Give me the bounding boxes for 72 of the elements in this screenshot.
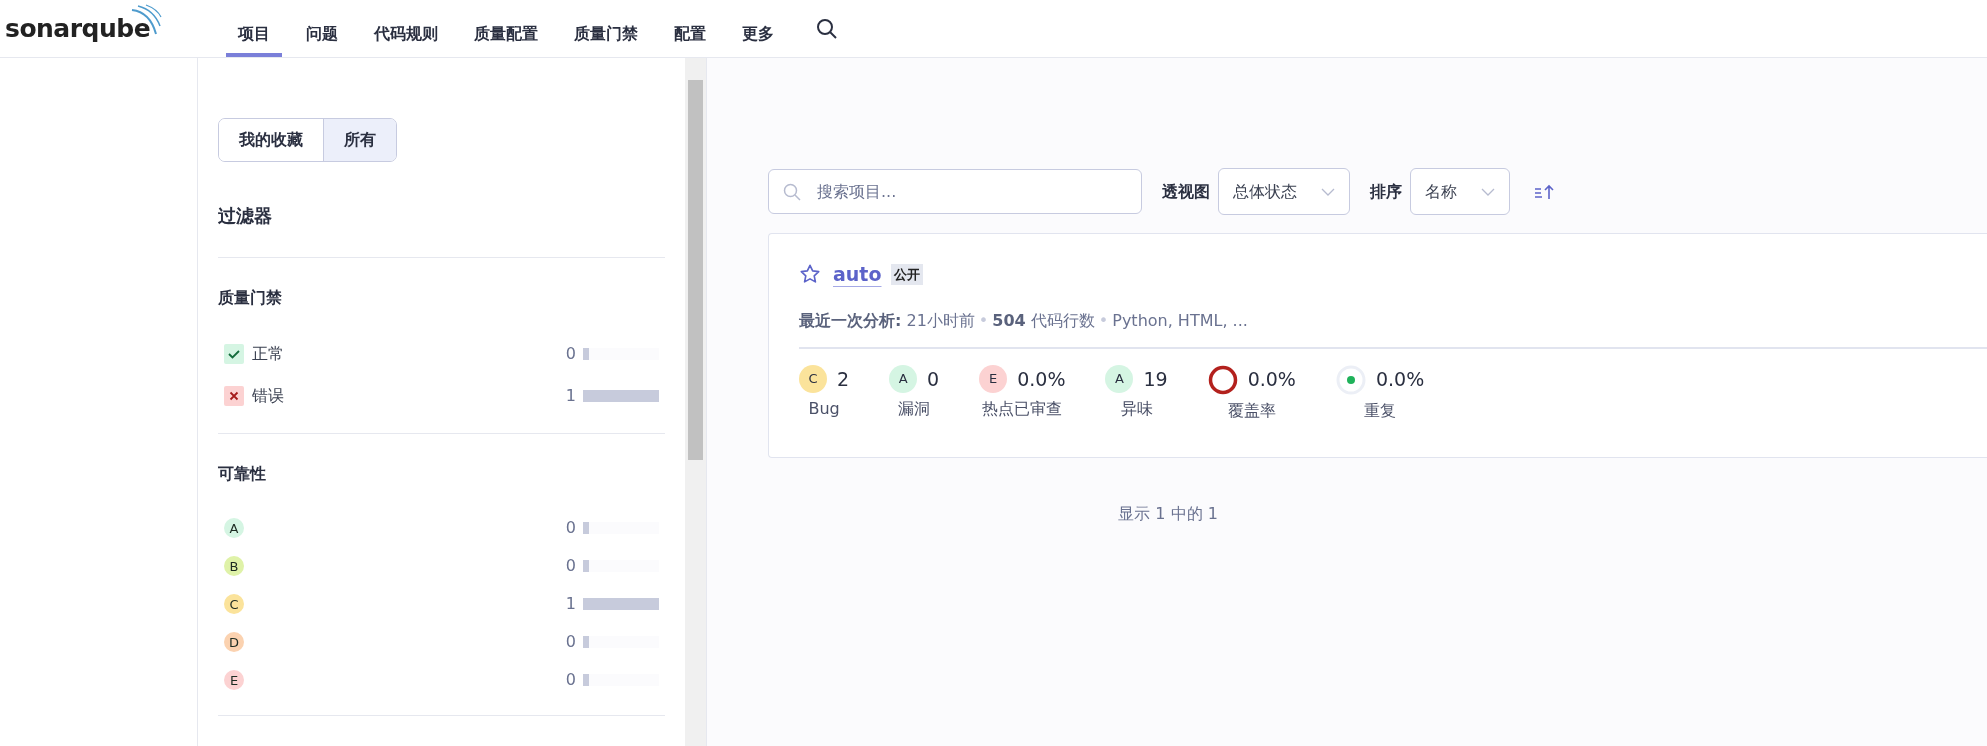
project-link[interactable]: auto	[833, 260, 882, 289]
measure-label: Bug	[808, 398, 840, 420]
separator-dot: •	[1098, 310, 1109, 330]
visibility-tag: 公开	[891, 263, 924, 285]
chevron-down-icon	[1321, 187, 1335, 196]
sort-select[interactable]: 名称	[1410, 168, 1510, 215]
nav-tab[interactable]: 配置	[662, 0, 718, 57]
rating-badge: A	[889, 364, 918, 393]
nav-tab[interactable]: 项目	[226, 0, 282, 57]
rating-badge: E	[979, 364, 1008, 393]
nav-tab[interactable]: 更多	[730, 0, 786, 57]
measure-value[interactable]: 2	[837, 364, 850, 393]
facet-heading: 质量门禁	[218, 288, 283, 308]
check-icon	[224, 344, 244, 365]
search-icon	[783, 182, 801, 201]
facet-count: 1	[564, 593, 576, 616]
facet-label: 错误	[252, 385, 285, 408]
cross-icon	[224, 386, 244, 407]
rating-badge: C	[799, 364, 827, 393]
measure-label: 漏洞	[898, 398, 931, 420]
chevron-down-icon	[1481, 187, 1495, 196]
facet-count: 0	[564, 631, 576, 654]
measure-value[interactable]: 19	[1143, 364, 1168, 393]
facet-row[interactable]: A 0	[218, 509, 665, 548]
facet-label: 正常	[252, 343, 285, 366]
nav-tab[interactable]: 问题	[294, 0, 350, 57]
separator-dot: •	[978, 310, 989, 330]
measure-label: 热点已审查	[982, 398, 1063, 420]
search-field[interactable]: 搜索项目...	[815, 170, 1141, 213]
rating-badge: A	[224, 518, 244, 539]
nav-tab[interactable]: 质量门禁	[562, 0, 650, 57]
measure-label: 重复	[1364, 399, 1397, 422]
nav-tab[interactable]: 质量配置	[462, 0, 550, 57]
rating-badge: A	[1105, 364, 1134, 393]
facet-row[interactable]: C 1	[218, 585, 665, 624]
rating-badge: E	[224, 670, 244, 691]
rating-badge: B	[224, 556, 244, 577]
measure-label: 覆盖率	[1227, 399, 1276, 422]
facet-count: 0	[564, 517, 576, 540]
facet-row[interactable]: 正常 0	[218, 333, 665, 376]
logo-text[interactable]: sonarqube	[5, 14, 151, 43]
pagination-text: 显示 1 中的 1	[1117, 503, 1219, 525]
analysis-info: 最近一次分析: 21小时前 • 504 代码行数 • Python, HTML, ...	[799, 309, 1249, 332]
filters-heading: 过滤器	[218, 162, 665, 258]
coverage-ring-icon	[1207, 364, 1238, 395]
rating-badge: C	[224, 594, 244, 615]
search-icon[interactable]	[816, 17, 838, 40]
facet-row[interactable]: E 0	[218, 661, 665, 700]
filter-toggle-button[interactable]: 所有	[323, 119, 396, 161]
scrollbar-thumb[interactable]	[688, 80, 703, 460]
perspective-select[interactable]: 总体状态	[1218, 168, 1350, 215]
facet-row[interactable]: B 0	[218, 547, 665, 586]
measure-label: 异味	[1120, 398, 1153, 420]
facet-count: 1	[564, 385, 576, 408]
select-label: 透视图	[1162, 180, 1210, 203]
facet-count: 0	[564, 555, 576, 578]
measure-value[interactable]: 0	[927, 364, 940, 393]
facet-row[interactable]: 错误 1	[218, 375, 665, 418]
facet-count: 0	[564, 669, 576, 692]
facet-row[interactable]: D 0	[218, 623, 665, 662]
star-icon[interactable]	[799, 263, 821, 286]
nav-tab[interactable]: 代码规则	[362, 0, 450, 57]
search-box[interactable]: 搜索项目...	[768, 169, 1142, 214]
select-label: 排序	[1370, 180, 1402, 203]
measure-value[interactable]: 0.0%	[1017, 364, 1066, 393]
sort-direction-icon[interactable]	[1534, 183, 1556, 200]
rating-badge: D	[224, 632, 244, 653]
duplication-icon	[1335, 364, 1366, 395]
measure-value[interactable]: 0.0%	[1247, 365, 1296, 394]
facet-count: 0	[564, 343, 576, 366]
measure-value[interactable]: 0.0%	[1375, 365, 1425, 394]
facet-heading: 可靠性	[218, 464, 267, 484]
